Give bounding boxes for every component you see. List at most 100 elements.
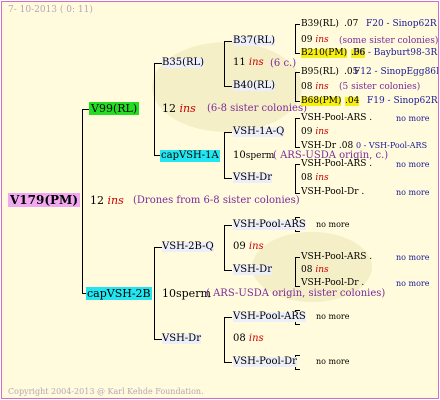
no-more-label: no more [316,220,350,229]
b68-pedigree[interactable]: F19 - Sinop62R [367,97,438,106]
connector-line [224,41,225,87]
mother-note: (6-8 sister colonies) [207,103,307,114]
queen-root-name: V179(PM) [10,193,79,207]
copyright-footer: Copyright 2004-2013 @ Karl Kehde Foundat… [8,387,204,396]
queen-mother[interactable]: V99(RL) [89,102,140,115]
father-note: ( ARS-USDA origin, sister colonies) [206,288,386,299]
connector-line [82,109,89,110]
connector-line [295,369,300,370]
father-generation: 10sperm [162,287,211,300]
connector-line [224,317,232,318]
b210-pedigree[interactable]: F6 - Bayburt98-3R [353,49,437,58]
queen-vsh-dr[interactable]: VSH-Dr [233,173,272,183]
queen-vsh-dr[interactable]: VSH-Dr [233,265,272,275]
connector-line [224,225,225,271]
vsh-dr-generation: 08 ins [233,333,264,344]
b37-note: (some sister colonies) [339,36,439,46]
connector-line [295,53,300,54]
connector-line [295,193,300,194]
connector-line [295,231,300,232]
queen-b95[interactable]: B95(RL) [301,68,339,77]
queen-father-name: capVSH-2B [87,287,151,300]
b40-generation: 08 ins [301,82,329,92]
no-more-label: no more [316,357,350,366]
connector-line [224,178,232,179]
vsh-dr-pedigree[interactable]: 0 - VSH-Pool-ARS [356,142,427,150]
no-more-label: no more [396,188,430,197]
connector-line [224,132,225,179]
queen-vsh-dr[interactable]: VSH-Dr [162,334,201,344]
queen-vsh-pool-ars[interactable]: VSH-Pool-ARS . [301,253,372,262]
connector-line [224,132,232,133]
no-more-label: no more [316,312,350,321]
b39-number: .07 [344,19,359,29]
connector-line [295,118,296,148]
connector-line [154,63,162,64]
queen-b210[interactable]: B210(PM) [301,49,348,58]
connector-line [154,63,155,156]
connector-line [295,164,300,165]
mother-generation: 12 ins [162,102,196,115]
queen-vsh-pool-dr[interactable]: VSH-Pool-Dr . [301,279,364,288]
no-more-label: no more [396,279,430,288]
queen-vsh-pool-ars[interactable]: VSH-Pool-ARS . [301,160,372,169]
connector-line [82,109,83,294]
no-more-label: no more [396,160,430,169]
connector-line [295,257,300,258]
queen-b35[interactable]: B35(RL) [162,58,205,68]
connector-line [295,118,300,119]
pedigree-frame: 7- 10-2013 ( 0: 11) V179(PM) 12 ins (Dro… [1,1,439,399]
queen-capvsh-1a[interactable]: capVSH-1A [160,150,220,162]
root-generation: 12 ins [90,194,124,207]
queen-root[interactable]: V179(PM) [8,193,81,207]
b39-pedigree[interactable]: F20 - Sinop62R [366,20,437,29]
queen-vsh-pool-dr[interactable]: VSH-Pool-Dr [233,357,297,367]
connector-line [154,339,162,340]
vsh-2b-q-generation: 09 ins [233,241,264,252]
queen-b68[interactable]: B68(PM) [301,97,342,106]
connector-line [224,41,232,42]
b40-note: (5 sister colonies) [339,82,421,92]
connector-line [224,225,232,226]
no-more-label: no more [396,253,430,262]
vsh-1a-q-generation: 09 ins [301,127,329,137]
connector-line [224,270,232,271]
b68-number: .04 [345,96,360,106]
capvsh-1a-generation: 10sperm [233,150,275,161]
vsh-dr-generation: 08 ins [301,173,329,183]
connector-line [295,24,296,54]
connector-line [295,147,300,148]
queen-vsh-pool-dr[interactable]: VSH-Pool-Dr . [301,188,364,197]
connector-line [295,24,300,25]
queen-b39[interactable]: B39(RL) [301,20,339,29]
queen-vsh-pool-ars[interactable]: VSH-Pool-ARS . [301,114,372,123]
connector-line [295,324,300,325]
b95-pedigree[interactable]: F12 - SinopEgg86R [354,68,438,77]
b35-generation: 11 ins [233,57,264,68]
connector-line [295,286,300,287]
root-note: (Drones from 6-8 sister colonies) [133,195,300,206]
connector-line [224,362,232,363]
queen-vsh-dr[interactable]: VSH-Dr .08 [301,142,353,151]
background-watermark [152,42,302,132]
queen-vsh-pool-ars[interactable]: VSH-Pool-ARS [233,220,306,230]
b37-generation: 09 ins [301,35,329,45]
queen-b37[interactable]: B37(RL) [233,36,276,46]
connector-line [224,86,232,87]
connector-line [295,72,300,73]
connector-line [295,101,300,102]
queen-vsh-1a-q[interactable]: VSH-1A-Q [233,127,285,137]
queen-vsh-2b-q[interactable]: VSH-2B-Q [162,242,214,252]
queen-father[interactable]: capVSH-2B [86,287,152,300]
connector-line [295,164,296,194]
no-more-label: no more [396,114,430,123]
queen-b40[interactable]: B40(RL) [233,81,276,91]
date-stamp: 7- 10-2013 ( 0: 11) [8,5,93,15]
connector-line [154,247,162,248]
connector-line [154,247,155,340]
connector-line [224,317,225,363]
queen-mother-name: V99(RL) [91,102,138,115]
queen-vsh-pool-ars[interactable]: VSH-Pool-ARS [233,312,306,322]
connector-line [295,217,300,218]
connector-line [295,72,296,102]
